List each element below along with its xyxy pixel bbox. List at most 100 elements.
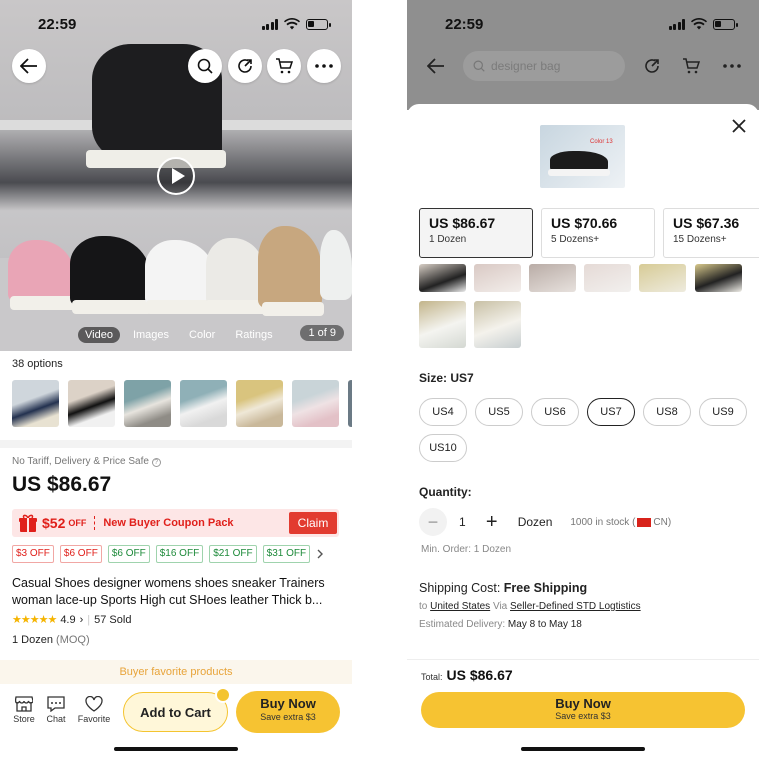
cart-button[interactable] xyxy=(267,49,301,83)
coupon-banner[interactable]: $52 OFF New Buyer Coupon Pack Claim xyxy=(12,509,339,537)
search-input[interactable]: designer bag xyxy=(463,51,625,81)
share-icon xyxy=(238,59,252,73)
favorite-products-banner[interactable]: Buyer favorite products xyxy=(0,660,352,684)
size-option[interactable]: US7 xyxy=(587,398,635,426)
buy-now-button[interactable]: Buy Now Save extra $3 xyxy=(236,691,340,733)
tab-ratings[interactable]: Ratings xyxy=(228,327,279,343)
tab-video[interactable]: Video xyxy=(78,327,120,343)
quantity-value[interactable]: 1 xyxy=(459,515,466,529)
product-page-screen: 22:59 Video Images Color Ratings 1 of 9 … xyxy=(0,0,352,759)
size-option[interactable]: US10 xyxy=(419,434,467,462)
media-pager: 1 of 9 xyxy=(300,325,344,341)
price-tier[interactable]: US $86.67 1 Dozen xyxy=(419,208,533,258)
estimated-delivery: Estimated Delivery: May 8 to May 18 xyxy=(419,619,582,630)
buy-now-button[interactable]: Buy Now Save extra $3 xyxy=(421,692,745,728)
heart-icon xyxy=(85,696,103,712)
moq-label: 1 Dozen (MOQ) xyxy=(12,634,90,646)
play-video-icon[interactable] xyxy=(157,157,195,195)
gift-icon xyxy=(19,514,37,532)
color-option[interactable] xyxy=(584,264,631,292)
tab-color[interactable]: Color xyxy=(182,327,222,343)
shoe-sole xyxy=(10,296,76,310)
cart-icon xyxy=(276,58,293,74)
home-indicator xyxy=(521,747,645,751)
min-order: Min. Order: 1 Dozen xyxy=(421,544,512,555)
stock-info: 1000 in stock (CN) xyxy=(570,516,672,528)
price-tier[interactable]: US $70.66 5 Dozens+ xyxy=(541,208,655,258)
color-option[interactable] xyxy=(474,301,521,348)
color-option[interactable] xyxy=(419,301,466,348)
status-time: 22:59 xyxy=(38,15,77,33)
product-media-gallery[interactable] xyxy=(0,0,352,351)
favorite-button[interactable]: Favorite xyxy=(76,696,112,724)
quantity-label: Quantity: xyxy=(419,485,472,499)
back-button[interactable] xyxy=(12,49,46,83)
size-option[interactable]: US5 xyxy=(475,398,523,426)
quantity-unit: Dozen xyxy=(517,515,553,529)
color-option[interactable] xyxy=(695,264,742,292)
discount-chip[interactable]: $6 OFF xyxy=(107,545,150,563)
shoe-image xyxy=(70,236,150,306)
shoe-image xyxy=(206,238,266,306)
discount-chip[interactable]: $21 OFF xyxy=(209,545,257,563)
color-option[interactable] xyxy=(419,264,466,292)
color-option[interactable] xyxy=(529,264,576,292)
discount-chips: $3 OFF $6 OFF $6 OFF $16 OFF $21 OFF $31… xyxy=(12,545,324,563)
claim-button[interactable]: Claim xyxy=(289,512,337,534)
close-icon[interactable] xyxy=(731,118,747,134)
size-option[interactable]: US9 xyxy=(699,398,747,426)
discount-chip[interactable]: $6 OFF xyxy=(59,545,102,563)
coupon-pack-label: New Buyer Coupon Pack xyxy=(103,517,234,529)
battery-icon xyxy=(306,18,331,30)
color-thumbnail[interactable] xyxy=(124,380,171,427)
size-option[interactable]: US8 xyxy=(643,398,691,426)
color-option[interactable] xyxy=(474,264,521,292)
shoe-sole xyxy=(72,300,152,314)
discount-chip[interactable]: $16 OFF xyxy=(155,545,204,563)
coupon-off: OFF xyxy=(68,518,87,528)
cart-icon[interactable] xyxy=(682,58,700,74)
chat-button[interactable]: Chat xyxy=(40,696,72,724)
decrease-button[interactable]: − xyxy=(419,508,447,536)
selected-product-image[interactable]: Color 13 xyxy=(540,125,625,188)
color-thumbnail[interactable] xyxy=(68,380,115,427)
size-option[interactable]: US6 xyxy=(531,398,579,426)
chat-icon xyxy=(47,696,65,712)
store-button[interactable]: Store xyxy=(8,696,40,724)
increase-button[interactable]: + xyxy=(478,508,506,536)
arrow-left-icon[interactable] xyxy=(427,58,445,74)
price-tier[interactable]: US $67.36 15 Dozens+ xyxy=(663,208,759,258)
search-button[interactable] xyxy=(188,49,222,83)
more-button[interactable] xyxy=(307,49,341,83)
color-thumbnail[interactable] xyxy=(12,380,59,427)
quantity-stepper: − 1 + Dozen 1000 in stock (CN) xyxy=(419,508,671,536)
chevron-right-icon[interactable] xyxy=(316,549,324,559)
status-time: 22:59 xyxy=(445,15,484,33)
wifi-icon xyxy=(691,18,707,30)
info-icon[interactable]: ? xyxy=(151,458,161,467)
discount-chip[interactable]: $3 OFF xyxy=(12,545,54,563)
color-thumbnail[interactable] xyxy=(236,380,283,427)
shoe-sole xyxy=(86,150,226,168)
share-button[interactable] xyxy=(228,49,262,83)
sku-bottom-sheet: Color 13 US $86.67 1 Dozen US $70.66 5 Doz… xyxy=(407,104,759,759)
color-thumbnail[interactable] xyxy=(292,380,339,427)
shipping-destination[interactable]: to United States Via Seller-Defined STD … xyxy=(419,601,641,612)
search-icon xyxy=(197,58,213,74)
cart-badge-icon xyxy=(215,687,231,703)
size-label: Size: US7 xyxy=(419,371,474,385)
add-to-cart-button[interactable]: Add to Cart xyxy=(123,687,231,732)
sku-selector-screen: 22:59 designer bag Color 13 US $86.67 1 D… xyxy=(407,0,759,759)
shipping-cost: Shipping Cost: Free Shipping xyxy=(419,581,588,595)
size-option[interactable]: US4 xyxy=(419,398,467,426)
rating-row[interactable]: ★★★★★ 4.9 › | 57 Sold xyxy=(12,613,131,627)
more-icon[interactable] xyxy=(723,64,741,68)
share-icon[interactable] xyxy=(643,57,661,75)
discount-chip[interactable]: $31 OFF xyxy=(262,545,311,563)
product-title[interactable]: Casual Shoes designer womens shoes sneak… xyxy=(12,575,337,609)
tab-images[interactable]: Images xyxy=(126,327,176,343)
product-price: US $86.67 xyxy=(12,473,112,496)
color-thumbnail[interactable] xyxy=(180,380,227,427)
section-divider xyxy=(0,440,352,448)
color-option[interactable] xyxy=(639,264,686,292)
